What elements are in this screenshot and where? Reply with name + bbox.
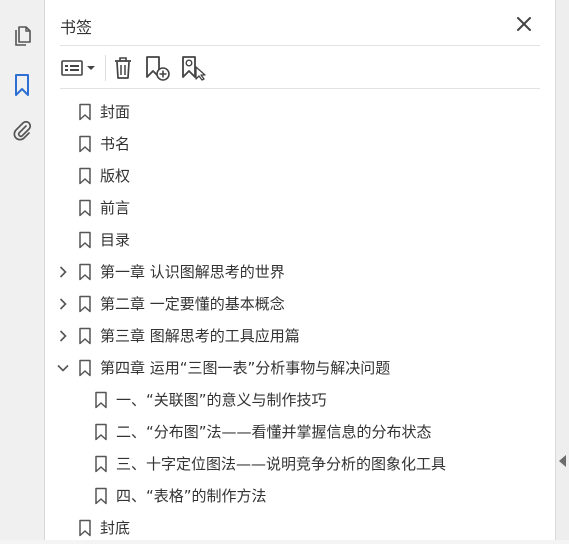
bookmark-item[interactable]: 一、“关联图”的意义与制作技巧 — [45, 384, 555, 416]
title-divider — [60, 45, 540, 46]
close-panel-button[interactable] — [513, 13, 535, 35]
attachments-icon — [13, 120, 32, 141]
bookmark-label: 三、十字定位图法——说明竞争分析的图象化工具 — [116, 455, 447, 473]
bookmark-label: 第三章 图解思考的工具应用篇 — [100, 327, 300, 345]
options-menu-button[interactable] — [59, 54, 99, 82]
bookmark-item[interactable]: 第三章 图解思考的工具应用篇 — [45, 320, 555, 352]
bookmark-from-selection-button[interactable] — [179, 54, 207, 82]
toolbar-divider — [60, 88, 540, 89]
bookmark-icon — [94, 455, 108, 473]
bookmarks-icon — [15, 74, 29, 96]
bookmark-item[interactable]: 目录 — [45, 224, 555, 256]
chevron-right-icon[interactable] — [56, 297, 70, 311]
bookmark-icon — [78, 359, 92, 377]
bookmark-label: 一、“关联图”的意义与制作技巧 — [116, 391, 327, 409]
bookmarks-panel-button[interactable] — [7, 70, 37, 100]
bookmark-label: 二、“分布图”法——看懂并掌握信息的分布状态 — [116, 423, 432, 441]
panel-title: 书签 — [60, 18, 93, 37]
bookmark-item[interactable]: 四、“表格”的制作方法 — [45, 480, 555, 512]
bookmark-icon — [78, 199, 92, 217]
options-menu-icon — [61, 60, 95, 76]
collapse-panel-icon[interactable] — [559, 455, 566, 467]
new-bookmark-button[interactable] — [143, 54, 171, 82]
bookmark-item[interactable]: 第四章 运用“三图一表”分析事物与解决问题 — [45, 352, 555, 384]
delete-bookmark-button[interactable] — [111, 54, 135, 82]
close-icon — [517, 17, 531, 31]
bookmark-item[interactable]: 版权 — [45, 160, 555, 192]
navigation-rail — [0, 0, 45, 540]
bookmark-label: 四、“表格”的制作方法 — [116, 487, 267, 505]
bookmark-icon — [78, 327, 92, 345]
bookmark-icon — [78, 135, 92, 153]
bookmark-icon — [78, 231, 92, 249]
bookmark-item[interactable]: 三、十字定位图法——说明竞争分析的图象化工具 — [45, 448, 555, 480]
toolbar-separator — [105, 55, 106, 81]
bookmark-icon — [78, 295, 92, 313]
bookmark-icon — [78, 263, 92, 281]
pages-icon — [15, 26, 31, 46]
bookmarks-panel: 书签 封面 书名 版权 前言 目录 第一章 认识图解思考的世界 第二章 一定要懂… — [45, 0, 555, 540]
bookmark-label: 第四章 运用“三图一表”分析事物与解决问题 — [100, 359, 391, 377]
bookmark-label: 第二章 一定要懂的基本概念 — [100, 295, 285, 313]
page-thumbnails-button[interactable] — [7, 22, 37, 52]
bookmark-label: 书名 — [100, 135, 131, 153]
bookmark-icon — [94, 423, 108, 441]
bookmark-item[interactable]: 封面 — [45, 96, 555, 128]
bookmark-label: 目录 — [100, 231, 131, 249]
delete-icon — [115, 57, 131, 79]
bookmark-item[interactable]: 第一章 认识图解思考的世界 — [45, 256, 555, 288]
bookmark-item[interactable]: 前言 — [45, 192, 555, 224]
right-side-strip — [555, 0, 569, 540]
bookmark-label: 封底 — [100, 519, 131, 537]
bookmark-icon — [94, 487, 108, 505]
attachments-panel-button[interactable] — [7, 116, 37, 146]
bookmark-item[interactable]: 第二章 一定要懂的基本概念 — [45, 288, 555, 320]
bookmark-label: 版权 — [100, 167, 131, 185]
bookmark-label: 第一章 认识图解思考的世界 — [100, 263, 285, 281]
bookmark-icon — [78, 167, 92, 185]
bookmark-icon — [94, 391, 108, 409]
chevron-down-icon[interactable] — [56, 361, 70, 375]
new-bookmark-icon — [146, 56, 170, 81]
bookmark-item[interactable]: 封底 — [45, 512, 555, 544]
bookmark-icon — [78, 103, 92, 121]
bookmark-label: 封面 — [100, 103, 131, 121]
bookmark-from-selection-icon — [182, 56, 206, 81]
bookmark-label: 前言 — [100, 199, 131, 217]
bookmark-icon — [78, 519, 92, 537]
chevron-right-icon[interactable] — [56, 265, 70, 279]
bookmark-item[interactable]: 书名 — [45, 128, 555, 160]
chevron-right-icon[interactable] — [56, 329, 70, 343]
bookmark-item[interactable]: 二、“分布图”法——看懂并掌握信息的分布状态 — [45, 416, 555, 448]
